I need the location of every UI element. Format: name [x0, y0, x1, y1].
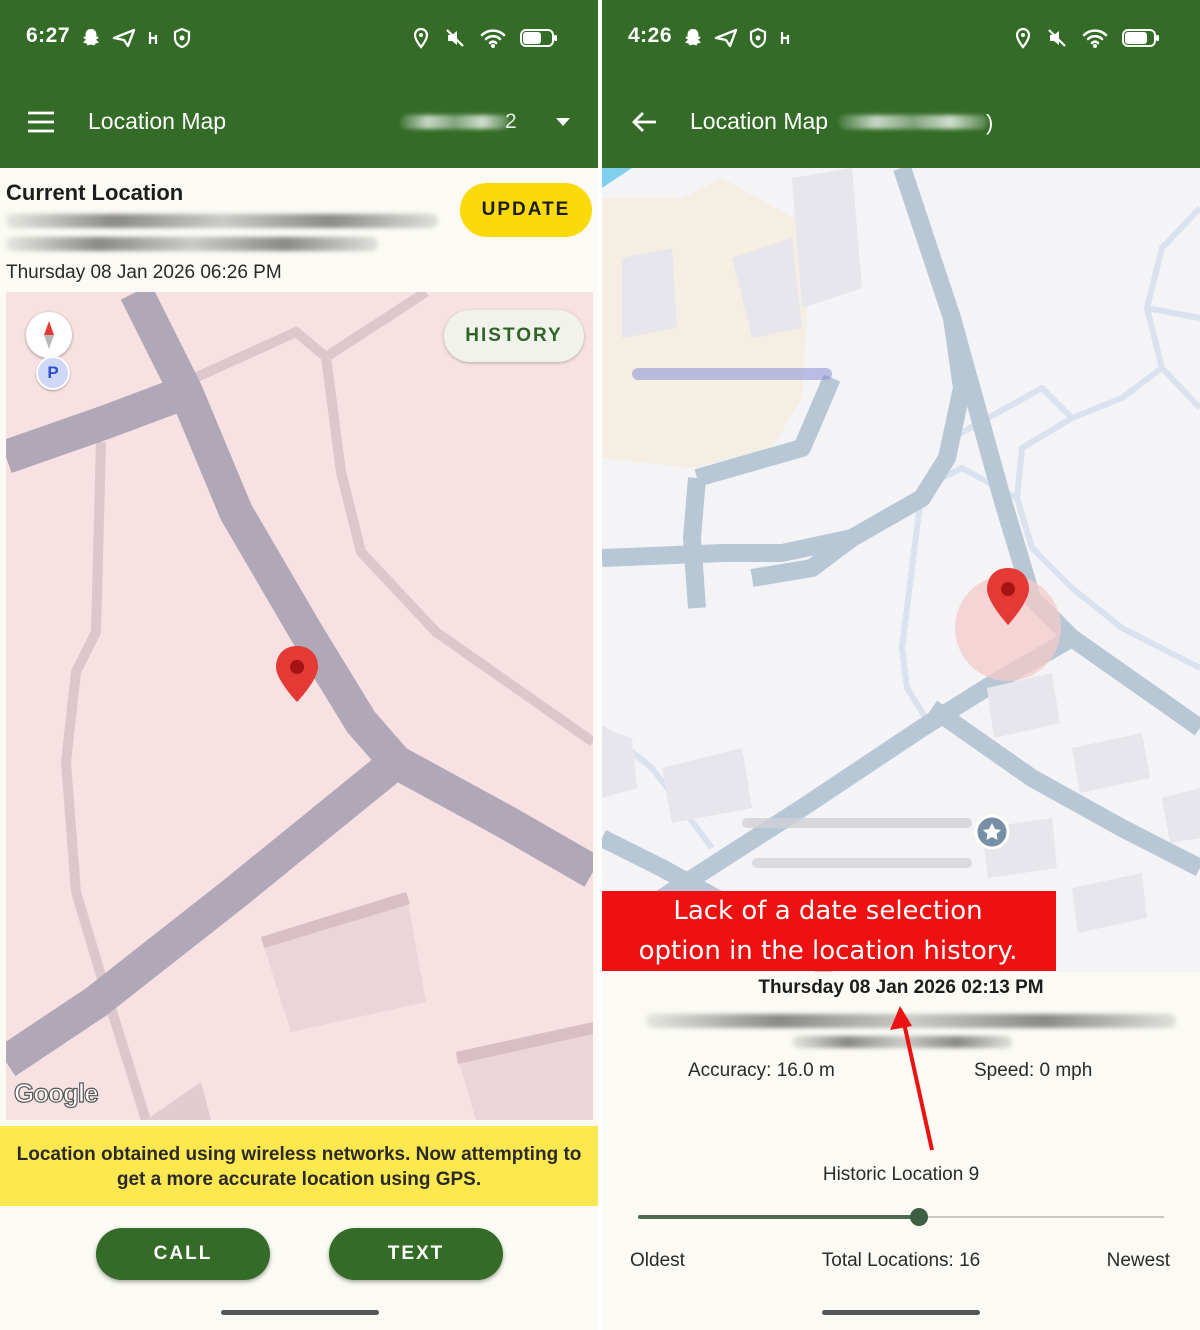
update-button[interactable]: UPDATE [460, 183, 592, 237]
speed-label: Speed: 0 mph [974, 1060, 1093, 1081]
mute-icon [446, 29, 464, 47]
battery-icon [1122, 29, 1159, 47]
app-title: Location Map [690, 108, 829, 134]
wifi-icon [1082, 29, 1108, 48]
location-pin-icon [1015, 27, 1031, 49]
dropdown-arrow-icon[interactable] [554, 116, 572, 128]
snapchat-icon [83, 29, 99, 46]
compass-icon[interactable] [26, 312, 72, 358]
back-arrow-icon[interactable] [630, 110, 658, 134]
mute-icon [1048, 29, 1066, 47]
annotation-arrow [890, 1006, 934, 1151]
battery-icon [520, 29, 557, 47]
text-button[interactable]: TEXT [329, 1228, 503, 1280]
status-bar: 4:26 [602, 0, 1200, 80]
app-bar: Location Map 2 [0, 80, 598, 168]
history-slider[interactable] [638, 1204, 1164, 1230]
star-place-icon[interactable] [974, 814, 1010, 850]
snapchat-icon [685, 29, 701, 46]
google-logo: Google [13, 1077, 99, 1108]
accuracy-label: Accuracy: 16.0 m [688, 1060, 835, 1081]
send-icon [112, 28, 136, 48]
redacted-address-line-1 [6, 214, 438, 228]
location-status-banner: Location obtained using wireless network… [0, 1126, 598, 1206]
device-name-suffix: 2 [505, 110, 517, 133]
redacted-device-name [400, 115, 510, 129]
location-marker[interactable] [276, 646, 318, 702]
vpn-shield-icon [173, 27, 191, 49]
hotspot-icon [780, 32, 790, 44]
current-location-screen: 6:27 Location Map 2 Current Location Thu… [0, 0, 598, 1330]
current-location-heading: Current Location [6, 180, 184, 205]
wifi-icon [480, 29, 506, 48]
app-bar: Location Map ) [602, 80, 1200, 168]
historic-location-label: Historic Location 9 [822, 1164, 980, 1185]
history-location-map[interactable] [602, 168, 1200, 972]
vpn-shield-icon [749, 27, 767, 49]
app-title: Location Map [88, 108, 227, 134]
redacted-address-line-2 [6, 237, 378, 251]
location-timestamp: Thursday 08 Jan 2026 06:26 PM [6, 262, 282, 283]
parking-badge[interactable]: P [36, 356, 70, 390]
hotspot-icon [148, 32, 158, 44]
title-suffix: ) [986, 110, 994, 135]
slider-track-active [638, 1215, 919, 1219]
map-roads [6, 292, 593, 1120]
slider-thumb[interactable] [910, 1208, 928, 1226]
current-location-map[interactable] [6, 292, 593, 1120]
menu-icon[interactable] [26, 110, 56, 134]
annotation-callout: Lack of a date selection option in the lo… [602, 891, 1056, 971]
newest-label: Newest [1106, 1250, 1170, 1271]
redacted-device-name [838, 115, 988, 129]
gesture-nav-bar[interactable] [822, 1310, 980, 1315]
map-roads [602, 168, 1200, 972]
send-icon [714, 28, 738, 48]
location-history-screen: 4:26 Location Map ) Lack of a date selec… [602, 0, 1200, 1330]
history-button[interactable]: HISTORY [444, 310, 584, 362]
status-time: 6:27 [26, 24, 71, 47]
history-timestamp: Thursday 08 Jan 2026 02:13 PM [758, 977, 1044, 998]
status-time: 4:26 [628, 24, 673, 47]
location-pin-icon [413, 27, 429, 49]
status-bar: 6:27 [0, 0, 598, 80]
gesture-nav-bar[interactable] [221, 1310, 379, 1315]
call-button[interactable]: CALL [96, 1228, 270, 1280]
